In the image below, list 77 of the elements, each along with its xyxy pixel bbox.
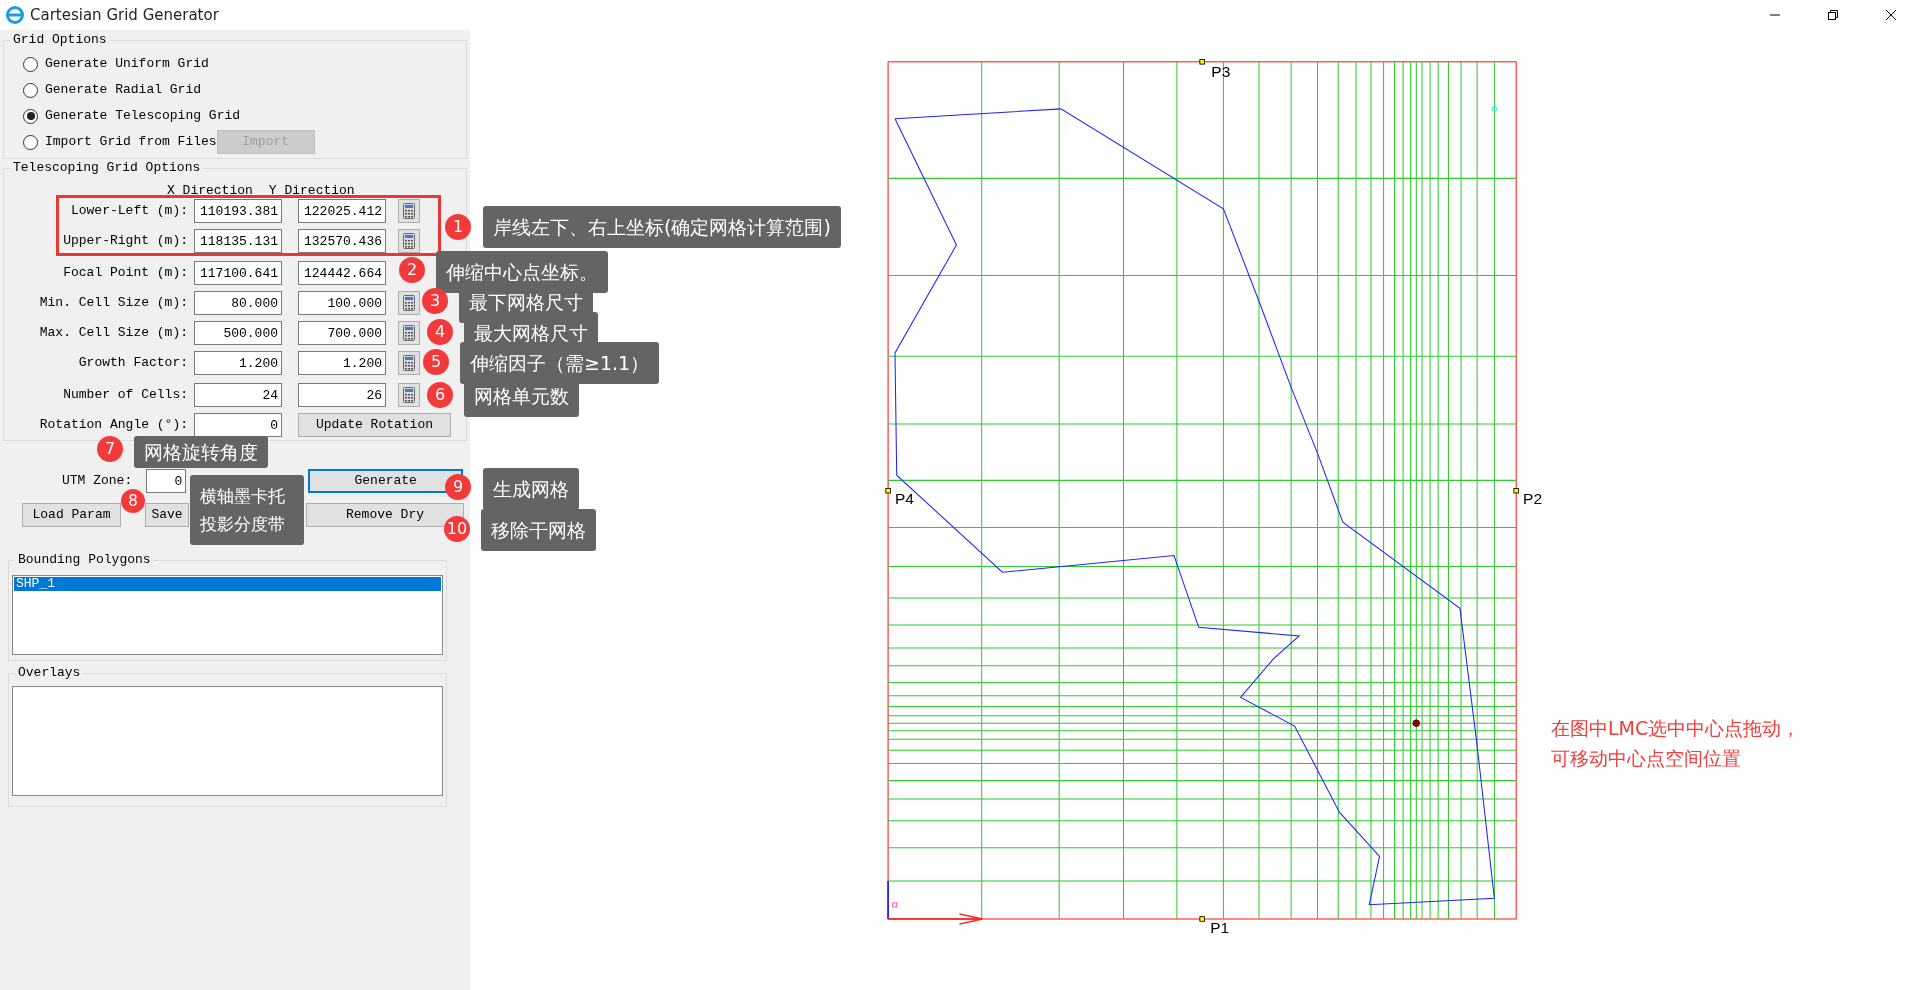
radio-label[interactable]: Generate Radial Grid — [45, 80, 202, 100]
calculator-button[interactable] — [398, 383, 420, 407]
number-field[interactable]: 26 — [298, 383, 386, 407]
field-label: UTM Zone: — [62, 472, 133, 491]
update-rotation-button[interactable]: Update Rotation — [298, 413, 451, 437]
group-title: Bounding Polygons — [15, 552, 154, 568]
app-icon — [6, 6, 24, 24]
field-label: Number of Cells: — [62, 386, 189, 405]
close-icon — [1886, 10, 1896, 20]
calculator-icon — [403, 355, 415, 371]
number-field[interactable]: 0 — [194, 413, 282, 437]
number-field[interactable]: 122025.412 — [298, 199, 386, 223]
calculator-icon — [403, 295, 415, 311]
field-label: Growth Factor: — [77, 354, 189, 373]
number-field[interactable]: 132570.436 — [298, 229, 386, 253]
group-title: Telescoping Grid Options — [10, 160, 204, 176]
list-item[interactable]: SHP_1 — [14, 577, 441, 591]
field-label: Lower-Left (m): — [69, 202, 189, 221]
point-label: P2 — [1523, 490, 1543, 508]
radio-button[interactable] — [23, 82, 38, 98]
control-point-marker — [1513, 487, 1519, 494]
radio-label[interactable]: Import Grid from Files — [45, 132, 217, 152]
callout-label: 横轴墨卡托投影分度带 — [190, 475, 304, 545]
callout-label: 生成网格 — [483, 468, 579, 510]
calculator-icon — [403, 233, 415, 249]
point-label: P1 — [1210, 918, 1230, 936]
number-field[interactable]: 0 — [146, 469, 187, 493]
calculator-icon — [403, 387, 415, 403]
radio-button[interactable] — [23, 134, 38, 150]
calculator-icon — [403, 203, 415, 219]
number-field[interactable]: 110193.381 — [194, 199, 282, 223]
group-title: Overlays — [15, 665, 84, 681]
control-point-marker — [885, 487, 891, 494]
focal-point-marker — [1412, 719, 1421, 727]
restore-icon — [1828, 10, 1838, 20]
action-button[interactable]: Save — [145, 503, 189, 527]
number-field[interactable]: 80.000 — [194, 291, 282, 315]
number-field[interactable]: 1.200 — [194, 351, 282, 375]
field-label: Min. Cell Size (m): — [38, 294, 189, 313]
calculator-button[interactable] — [398, 199, 420, 223]
field-label: Focal Point (m): — [62, 264, 189, 283]
callout-label: 网格旋转角度 — [134, 436, 268, 468]
field-label: Upper-Right (m): — [62, 232, 189, 251]
node-marker — [1491, 106, 1498, 112]
callout-label: 移除干网格 — [481, 509, 596, 551]
instruction-note: 在图中LMC选中中心点拖动， 可移动中心点空间位置 — [1551, 716, 1801, 771]
radio-label[interactable]: Generate Uniform Grid — [45, 54, 209, 74]
number-field[interactable]: 117100.641 — [194, 261, 282, 285]
field-label: Max. Cell Size (m): — [38, 324, 189, 343]
window-title: Cartesian Grid Generator — [30, 4, 219, 26]
number-field[interactable]: 118135.131 — [194, 229, 282, 253]
calculator-icon — [403, 325, 415, 341]
calculator-button[interactable] — [398, 321, 420, 345]
number-field[interactable]: 500.000 — [194, 321, 282, 345]
radio-button[interactable] — [23, 56, 38, 72]
number-field[interactable]: 100.000 — [298, 291, 386, 315]
control-point-marker — [1199, 59, 1205, 65]
column-header: X Direction — [167, 182, 253, 197]
calculator-button[interactable] — [398, 351, 420, 375]
list-box[interactable]: SHP_1 — [12, 575, 443, 655]
control-point-marker — [1199, 916, 1205, 922]
group-title: Grid Options — [10, 32, 110, 48]
radio-button[interactable] — [23, 108, 38, 124]
calculator-button[interactable] — [398, 229, 420, 253]
list-box[interactable] — [12, 686, 443, 796]
number-field[interactable]: 24 — [194, 383, 282, 407]
action-button[interactable]: Load Param — [22, 503, 121, 527]
point-label: P4 — [895, 490, 914, 508]
calculator-button[interactable] — [398, 291, 420, 315]
number-field[interactable]: 1.200 — [298, 351, 386, 375]
number-field[interactable]: 124442.664 — [298, 261, 386, 285]
number-field[interactable]: 700.000 — [298, 321, 386, 345]
column-header: Y Direction — [268, 182, 355, 197]
origin-marker — [892, 902, 898, 908]
radio-label[interactable]: Generate Telescoping Grid — [45, 106, 241, 126]
field-label: Rotation Angle (°): — [38, 416, 189, 435]
callout-label: 岸线左下、右上坐标(确定网格计算范围) — [483, 206, 841, 248]
